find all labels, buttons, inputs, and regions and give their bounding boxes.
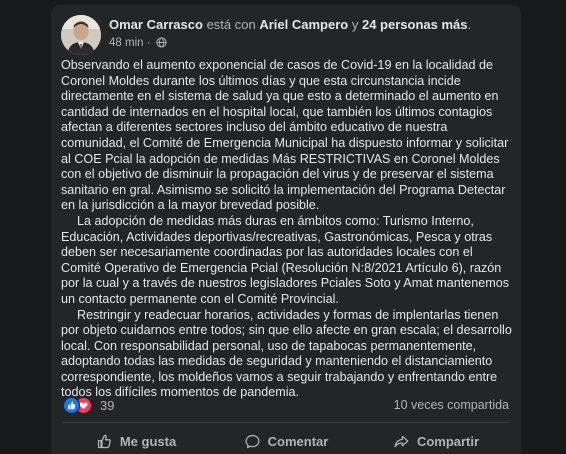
comment-button-label: Comentar: [267, 433, 329, 449]
meta-separator: ·: [146, 37, 151, 49]
author-name[interactable]: Omar Carrasco: [109, 17, 203, 32]
comment-icon: [245, 434, 260, 448]
avatar[interactable]: [61, 15, 101, 55]
post-header-text: Omar Carrasco está con Ariel Campero y 2…: [109, 16, 509, 33]
thumbs-up-icon: [97, 434, 111, 448]
post-timestamp[interactable]: 48 min: [109, 37, 144, 49]
post-paragraph-2: La adopción de medidas más duras en ámbi…: [61, 213, 510, 306]
post-meta: 48 min ·: [109, 36, 167, 53]
share-button[interactable]: Compartir: [361, 425, 511, 454]
post-card: Omar Carrasco está con Ariel Campero y 2…: [51, 5, 521, 454]
like-icon: [63, 397, 80, 414]
reaction-count[interactable]: 39: [100, 398, 114, 413]
like-button-label: Me gusta: [119, 433, 177, 449]
with-connector: está con: [206, 17, 256, 32]
reaction-icons[interactable]: [63, 397, 93, 415]
avatar-photo: [61, 15, 101, 55]
feed-background: Omar Carrasco está con Ariel Campero y 2…: [0, 0, 566, 454]
comment-button[interactable]: Comentar: [211, 425, 361, 454]
actions-divider: [63, 422, 509, 423]
reactions-bar: 39 10 veces compartida: [63, 397, 509, 415]
post-body: Observando el aumento exponencial de cas…: [61, 58, 515, 401]
share-arrow-icon: [394, 435, 409, 447]
and-connector: y: [351, 17, 359, 32]
share-count[interactable]: 10 veces compartida: [394, 398, 509, 412]
globe-icon[interactable]: [156, 37, 167, 53]
header-period: .: [467, 17, 472, 32]
tagged-others-link[interactable]: 24 personas más: [362, 17, 468, 32]
share-button-label: Compartir: [416, 433, 480, 449]
post-paragraph-3: Restringir y readecuar horarios, activid…: [61, 307, 512, 400]
post-header: Omar Carrasco está con Ariel Campero y 2…: [61, 15, 501, 55]
tagged-person[interactable]: Ariel Campero: [259, 17, 348, 32]
post-actions: Me gusta Comentar Compartir: [61, 425, 511, 454]
like-button[interactable]: Me gusta: [61, 425, 211, 454]
post-paragraph-1: Observando el aumento exponencial de cas…: [61, 58, 509, 213]
